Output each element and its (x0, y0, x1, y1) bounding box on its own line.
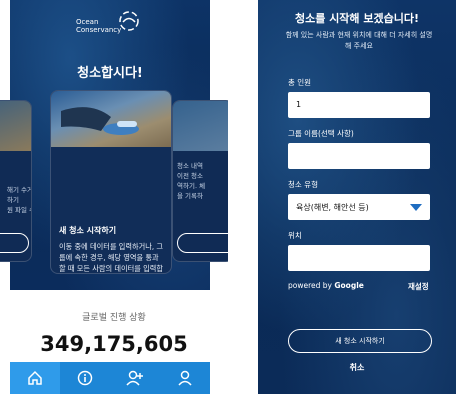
nav-profile[interactable] (160, 362, 210, 394)
group-name-input[interactable] (288, 143, 430, 169)
global-progress-label: 글로벌 진행 상황 (82, 313, 146, 323)
total-people-label: 총 인원 (288, 78, 312, 87)
chevron-down-icon (410, 204, 422, 211)
global-progress-count: 349,175,605 (40, 332, 188, 356)
card-photo (51, 91, 171, 147)
cleanup-type-select[interactable]: 육상(해변, 해안선 등) (288, 194, 430, 220)
form-title: 청소를 시작해 보겠습니다! (295, 12, 419, 25)
location-label: 위치 (288, 231, 302, 240)
google-wordmark: Google (334, 281, 364, 290)
nav-home[interactable] (10, 362, 60, 394)
total-people-value: 1 (296, 100, 302, 109)
powered-by-text: powered by (288, 281, 332, 290)
card-text: 해기 수거 하기 원 파일 수 (7, 186, 32, 214)
powered-by-google: powered by Google (288, 281, 364, 290)
cleanup-type-label: 청소 유형 (288, 180, 318, 189)
card-title: 새 청소 시작하기 (59, 226, 117, 235)
home-icon (28, 370, 42, 385)
ocean-conservancy-logo-icon (119, 11, 139, 31)
ocean-conservancy-logo: Ocean Conservancy (76, 8, 146, 42)
cleanup-card-left[interactable]: 해기 수거 하기 원 파일 수 (0, 100, 32, 262)
nav-info[interactable] (60, 362, 110, 394)
logo-line2: Conservancy (76, 26, 122, 34)
new-cleanup-card[interactable]: 새 청소 시작하기 이동 중에 데이터를 입력하거나, 그룹에 속한 경우, 해… (50, 90, 172, 274)
card-photo (173, 101, 228, 151)
card-description: 이동 중에 데이터를 입력하거나, 그룹에 속한 경우, 해당 영역을 통과할 … (59, 242, 163, 273)
reset-link[interactable]: 재설정 (408, 281, 429, 292)
info-icon (77, 370, 93, 386)
add-user-icon (126, 370, 143, 386)
logo-line1: Ocean (76, 18, 99, 26)
bottom-nav (10, 362, 210, 394)
card-text: 청소 내역 이전 청소 역하기. 체 을 기록하 (177, 162, 206, 200)
card-photo (0, 101, 31, 151)
location-input[interactable] (288, 245, 430, 271)
nav-add-user[interactable] (110, 362, 160, 394)
page-title: 청소합시다! (77, 66, 143, 81)
start-new-cleanup-button[interactable]: 새 청소 시작하기 (288, 329, 432, 353)
start-cleanup-form-screen: 청소를 시작해 보겠습니다! 함께 있는 사람과 현재 위치에 대해 더 자세히… (258, 0, 456, 394)
group-name-label: 그룹 이름(선택 사항) (288, 129, 354, 138)
form-subtitle: 함께 있는 사람과 현재 위치에 대해 더 자세히 설명해 주세요 (285, 31, 433, 50)
total-people-input[interactable]: 1 (288, 92, 430, 118)
cleanup-home-screen: Ocean Conservancy 청소합시다! 해기 수거 하기 원 파일 수… (0, 0, 228, 394)
card-button[interactable] (177, 233, 228, 253)
cleanup-history-card[interactable]: 청소 내역 이전 청소 역하기. 체 을 기록하 (172, 100, 228, 262)
card-button[interactable] (0, 233, 29, 253)
cleanup-photo-icon (61, 107, 139, 135)
profile-icon (178, 370, 192, 386)
cancel-button[interactable]: 취소 (258, 362, 456, 373)
cleanup-type-value: 육상(해변, 해안선 등) (296, 203, 369, 212)
